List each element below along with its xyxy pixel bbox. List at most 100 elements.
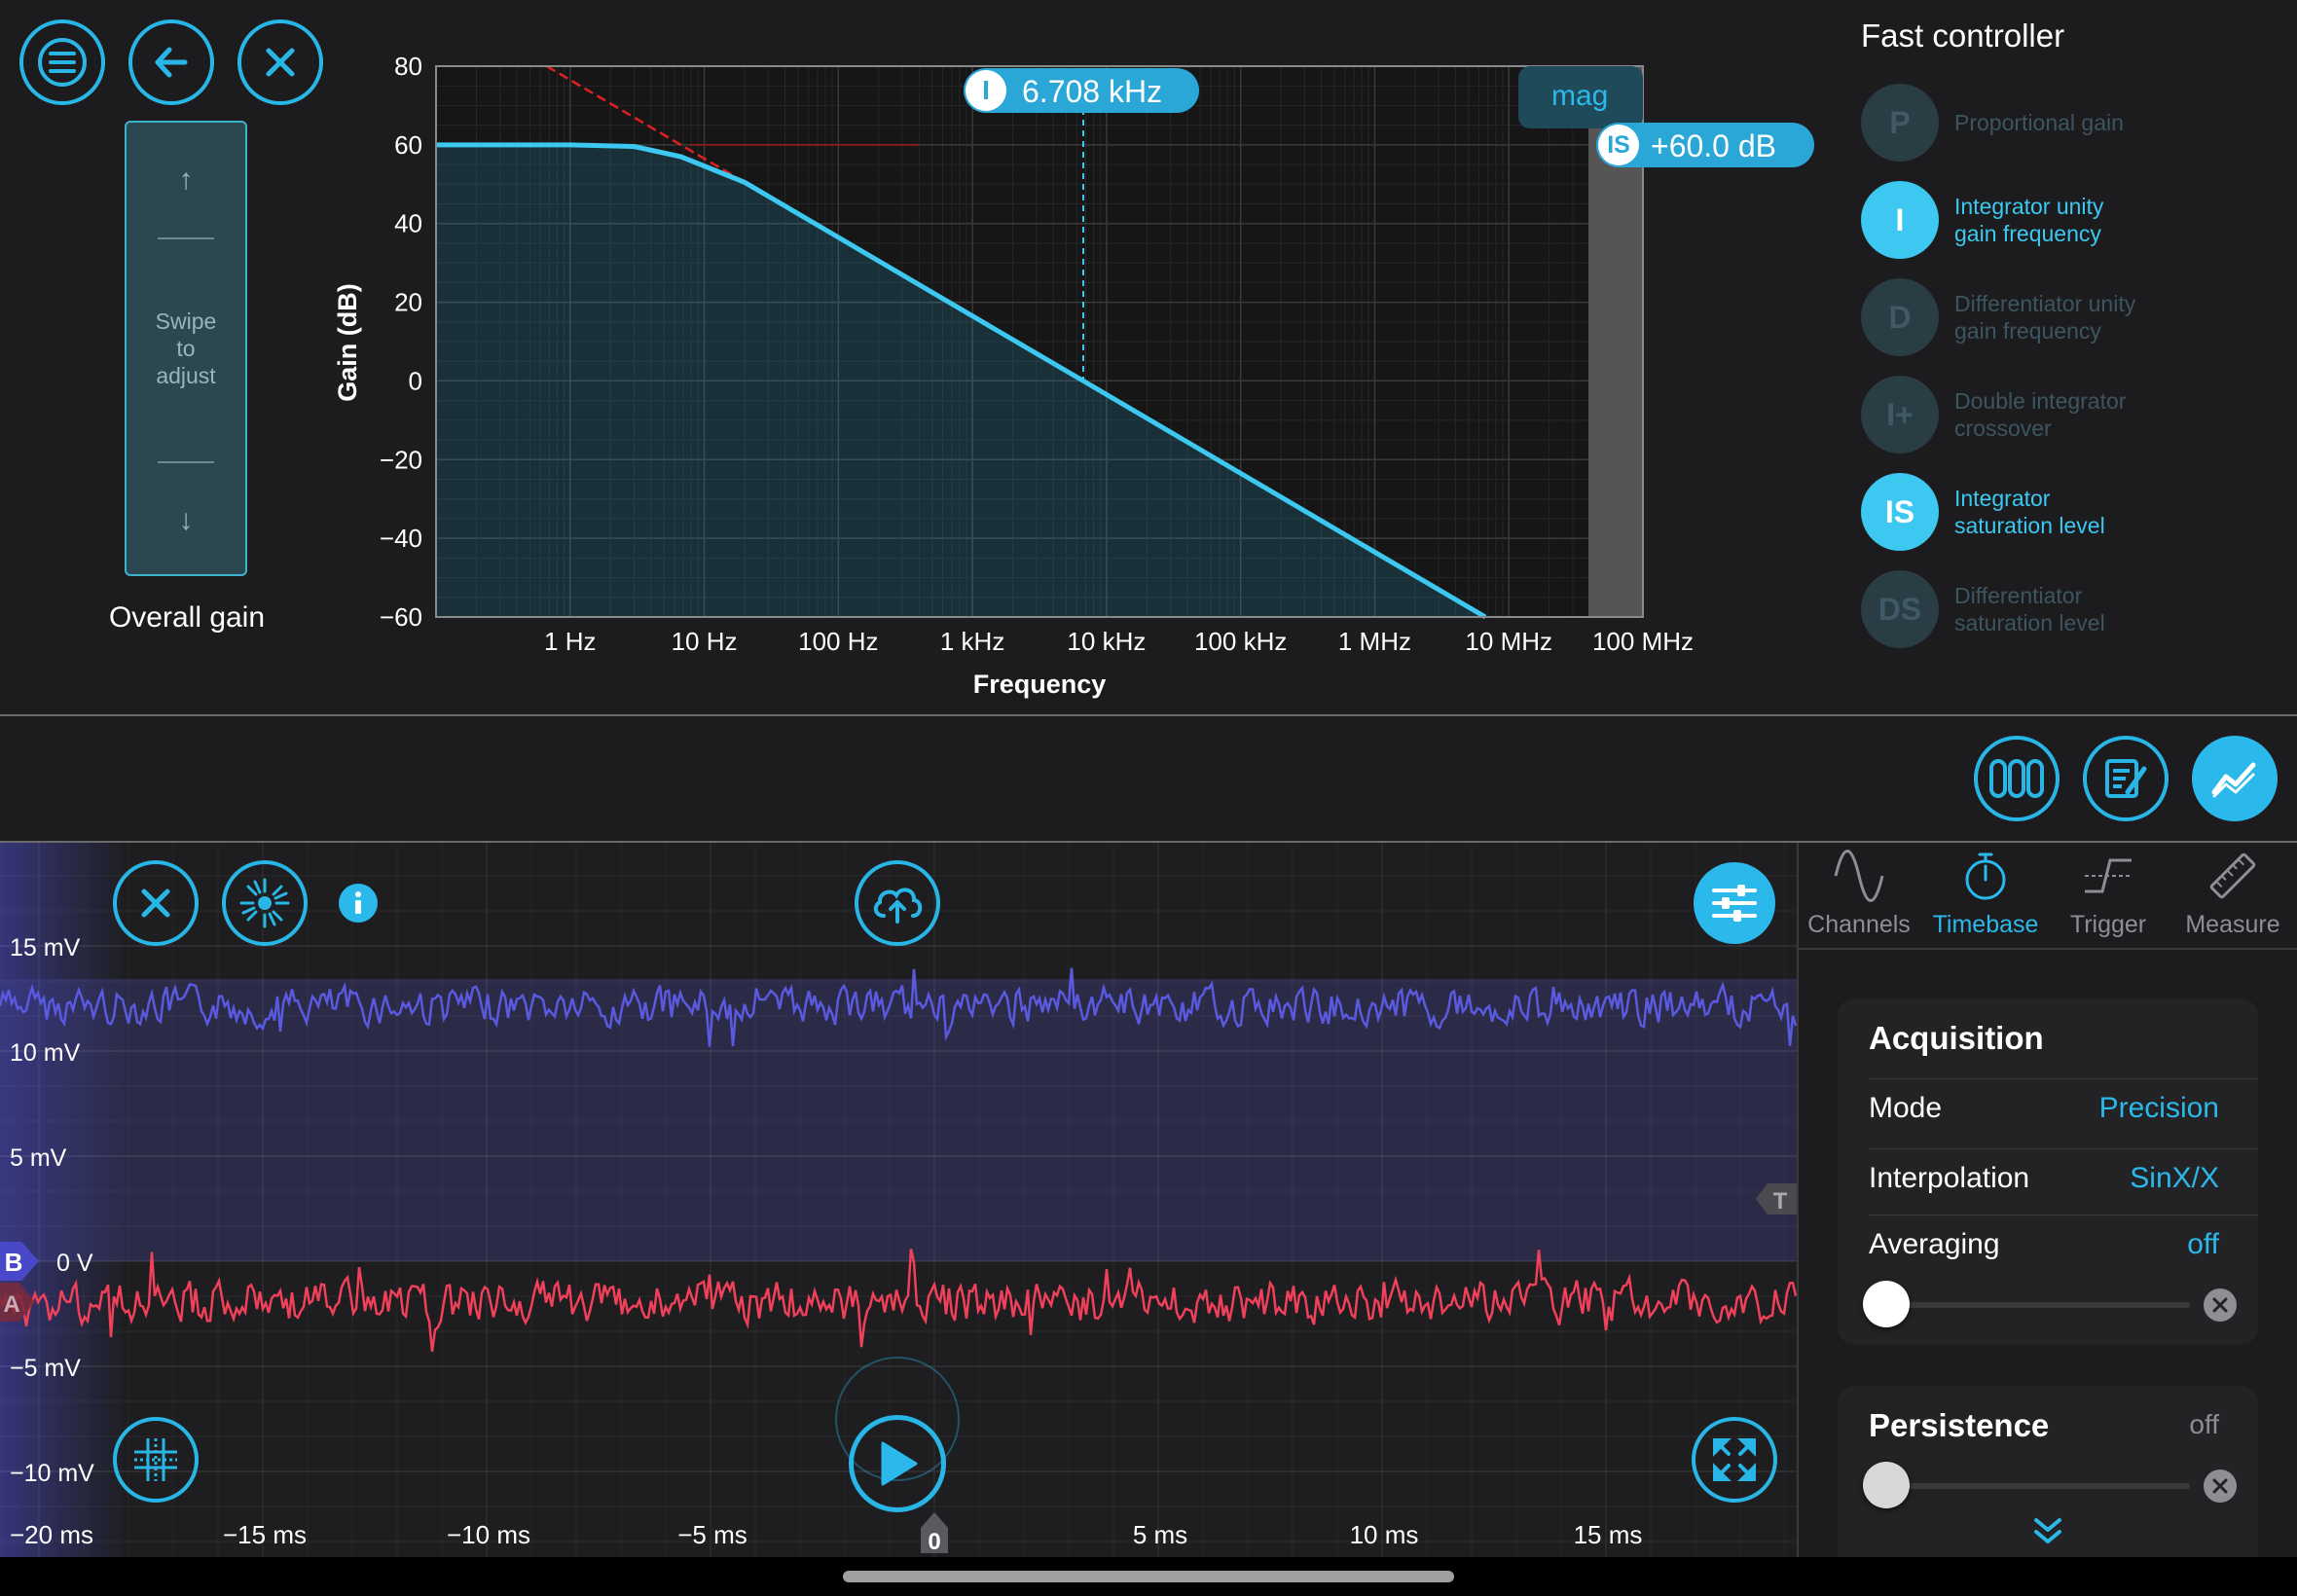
play-button[interactable] [849,1415,946,1512]
x-tick-label: 10 kHz [1067,627,1146,656]
mag-label: mag [1551,80,1609,112]
x-tick-label: 100 MHz [1592,627,1694,656]
tab-measure[interactable]: Measure [2170,849,2295,939]
scope-x-label: −20 ms [10,1520,93,1549]
cloud-upload-icon [873,888,923,924]
scope-x-label: −5 ms [677,1520,747,1549]
bode-view-button[interactable] [2192,736,2278,821]
mode-label: Mode [1869,1092,1943,1124]
trigger-edge-icon [2085,858,2132,893]
tab-timebase-label: Timebase [1932,911,2039,938]
play-icon [881,1441,918,1486]
scope-y-label: −5 mV [10,1355,81,1382]
scope-settings-button[interactable] [1694,862,1775,944]
laser-burst-icon [239,878,290,928]
scope-x-label: 15 ms [1574,1520,1643,1549]
tab-channels[interactable]: Channels [1797,849,1921,939]
controller-item-badge[interactable]: I+ [1861,376,1939,453]
notes-button[interactable] [2083,736,2169,821]
mag-phase-toggle[interactable]: mag [1518,66,1643,128]
persistence-slider-thumb[interactable] [1863,1462,1910,1508]
y-tick-label: −60 [380,602,422,632]
y-tick-label: 80 [394,52,422,81]
persistence-title: Persistence [1869,1407,2050,1443]
averaging-value[interactable]: off [2187,1228,2219,1261]
persistence-slider-track[interactable] [1869,1483,2190,1489]
controller-item-label[interactable]: Double integrator crossover [1954,387,2126,442]
channel-a-marker-label: A [3,1291,19,1318]
info-icon [355,891,361,914]
x-tick-label: 100 Hz [798,627,878,656]
controller-item-label[interactable]: Integrator unity gain frequency [1954,193,2103,247]
section-divider [0,714,2297,716]
fullscreen-button[interactable] [1692,1417,1777,1503]
grid-cursor-icon [134,1438,177,1481]
tab-channels-label: Channels [1807,911,1911,938]
stopwatch-icon [1965,852,2006,900]
y-tick-label: 20 [394,288,422,317]
y-tick-label: −20 [380,445,422,474]
saturation-badge-circle: IS [1598,125,1639,165]
scope-x-label: −10 ms [447,1520,530,1549]
mode-value[interactable]: Precision [2099,1092,2219,1125]
x-tick-label: 1 MHz [1338,627,1411,656]
tab-trigger[interactable]: Trigger [2046,849,2170,939]
time-zero-label: 0 [928,1529,940,1555]
controller-item-badge[interactable]: D [1861,278,1939,356]
saturation-badge-letter: IS [1607,130,1630,159]
tab-timebase[interactable]: Timebase [1923,849,2048,939]
scope-y-label: −10 mV [10,1460,94,1487]
averaging-clear-button[interactable] [2204,1288,2237,1322]
y-tick-label: 0 [409,366,422,395]
persistence-value[interactable]: off [2189,1409,2219,1440]
tabs-divider [1799,948,2297,950]
controller-item-badge[interactable]: DS [1861,570,1939,648]
controller-item-badge[interactable]: I [1861,181,1939,259]
notes-edit-icon [2105,759,2147,798]
grid-cursor-button[interactable] [113,1417,199,1503]
cloud-upload-button[interactable] [855,860,940,946]
line-chart-icon [2211,762,2256,798]
controller-item-badge[interactable]: P [1861,84,1939,162]
cursor-readout-badge[interactable]: I 6.708 kHz [964,68,1199,113]
y-tick-label: 60 [394,130,422,160]
controller-item-label[interactable]: Proportional gain [1954,109,2124,136]
tab-measure-label: Measure [2185,911,2280,938]
x-tick-label: 1 Hz [544,627,596,656]
x-axis-label: Frequency [973,670,1107,699]
acquisition-card: Acquisition Mode Precision Interpolation… [1838,998,2258,1345]
cursor-frequency-value: 6.708 kHz [1022,74,1163,109]
controller-item-label[interactable]: Differentiator unity gain frequency [1954,290,2135,345]
controller-item-label[interactable]: Differentiator saturation level [1954,582,2105,636]
controller-item-label[interactable]: Integrator saturation level [1954,485,2105,539]
info-button[interactable] [339,884,378,923]
averaging-slider-track[interactable] [1869,1302,2190,1308]
channel-b-marker-label: B [5,1248,23,1277]
laser-button[interactable] [222,860,308,946]
register-button[interactable] [1974,736,2060,821]
clear-icon [2212,1297,2228,1313]
expand-icon [1713,1438,1756,1481]
scope-y-label: 15 mV [10,934,81,961]
home-indicator[interactable] [843,1571,1454,1582]
more-settings-button[interactable] [2028,1514,2067,1549]
cursor-badge-circle: I [966,70,1006,111]
sine-wave-icon [1834,850,1884,902]
scope-y-label: 0 V [56,1250,93,1277]
persistence-clear-button[interactable] [2204,1469,2237,1503]
trigger-marker-label: T [1773,1188,1788,1215]
averaging-label: Averaging [1869,1228,2000,1260]
x-tick-label: 100 kHz [1194,627,1287,656]
averaging-slider-thumb[interactable] [1863,1281,1910,1327]
controller-item-badge[interactable]: IS [1861,473,1939,551]
acquisition-divider-2 [1869,1148,2258,1149]
interpolation-value[interactable]: SinX/X [2130,1162,2219,1195]
scope-close-button[interactable] [113,860,199,946]
scope-y-label: 5 mV [10,1144,67,1172]
y-tick-label: 40 [394,209,422,238]
saturation-value: +60.0 dB [1651,128,1776,163]
scope-x-label: 10 ms [1350,1520,1419,1549]
saturation-readout-badge[interactable]: IS +60.0 dB [1596,123,1814,167]
x-tick-label: 1 kHz [940,627,1004,656]
acquisition-divider-1 [1869,1078,2258,1079]
